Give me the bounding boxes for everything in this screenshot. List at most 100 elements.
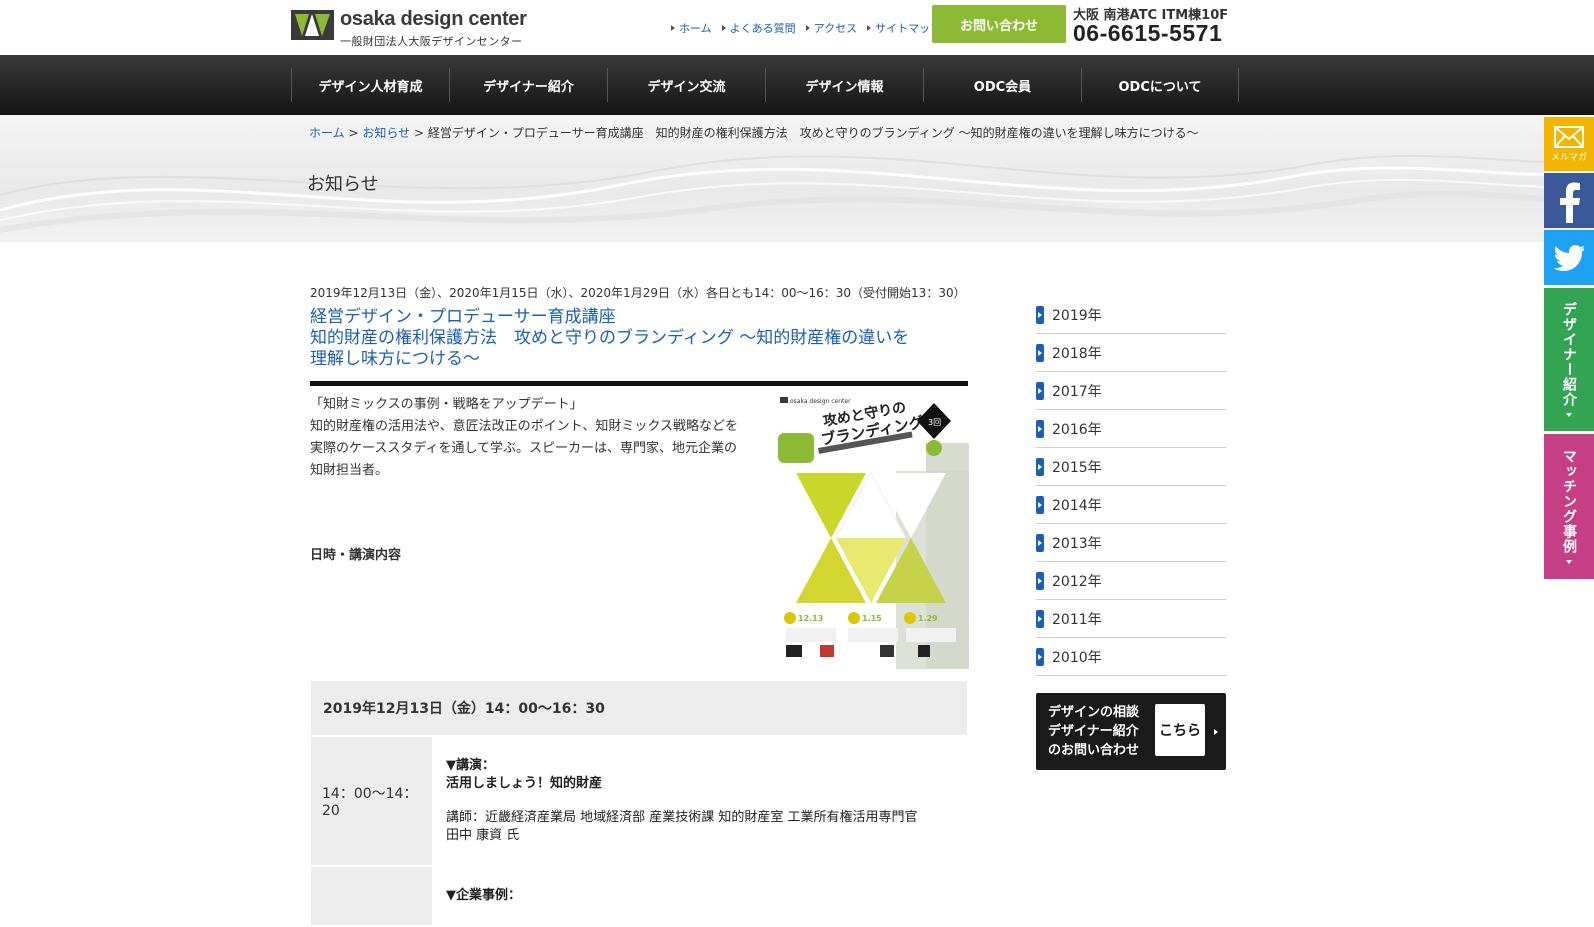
facebook-tab[interactable] — [1544, 173, 1594, 228]
arrow-bullet-icon — [1036, 419, 1044, 438]
year-label: 2018年 — [1052, 345, 1102, 362]
arrow-bullet-icon — [1036, 305, 1044, 324]
year-link-2018[interactable]: 2018年 — [1036, 334, 1226, 372]
nav-item-design-exchange[interactable]: デザイン交流 — [607, 68, 765, 102]
intro-headline: 「知財ミックスの事例・戦略をアップデート」 — [310, 397, 583, 412]
arrow-bullet-icon — [1036, 571, 1044, 590]
year-link-2016[interactable]: 2016年 — [1036, 410, 1226, 448]
matching-cases-label: マッチング事例 — [1561, 449, 1577, 554]
year-link-2017[interactable]: 2017年 — [1036, 372, 1226, 410]
article-title: 経営デザイン・プロデューサー育成講座 知的財産の権利保護方法 攻めと守りのブラン… — [310, 307, 970, 370]
nav-item-design-hr[interactable]: デザイン人材育成 — [291, 68, 449, 102]
util-link-home[interactable]: ホーム — [671, 20, 712, 36]
poster-graphic: osaka design center 攻めと守りの ブランディング 3回 12… — [776, 393, 969, 669]
caret-down-icon — [1566, 413, 1572, 417]
caret-down-icon — [1566, 560, 1572, 564]
article-title-line: 知的財産の権利保護方法 攻めと守りのブランディング 〜知的財産権の違いを — [310, 328, 910, 348]
triangle-right-icon — [805, 25, 810, 31]
arrow-bullet-icon — [1036, 533, 1044, 552]
year-label: 2017年 — [1052, 383, 1102, 400]
util-link-label: ホーム — [679, 22, 712, 35]
year-label: 2014年 — [1052, 497, 1102, 514]
util-link-access[interactable]: アクセス — [805, 20, 858, 36]
nav-item-about-odc[interactable]: ODCについて — [1081, 68, 1239, 102]
intro-body: 知的財産権の活用法や、意匠法改正のポイント、知財ミックス戦略などを実際のケースス… — [310, 419, 738, 478]
consult-text: デザインの相談 デザイナー紹介 のお問い合わせ — [1048, 703, 1139, 760]
schedule-speaker-name: 田中 康資 氏 — [446, 828, 520, 843]
site-logo[interactable]: osaka design center 一般財団法人大阪デザインセンター — [291, 8, 531, 48]
breadcrumb-separator: > — [348, 126, 359, 140]
year-link-2013[interactable]: 2013年 — [1036, 524, 1226, 562]
util-link-sitemap[interactable]: サイトマップ — [867, 20, 941, 36]
schedule-speaker: 講師：近畿経済産業局 地域経済部 産業技術課 知的財産室 工業所有権活用専門官 — [446, 810, 918, 825]
breadcrumb-home[interactable]: ホーム — [309, 126, 345, 140]
consult-banner[interactable]: デザインの相談 デザイナー紹介 のお問い合わせ こちら — [1036, 693, 1226, 770]
consult-button[interactable]: こちら — [1155, 704, 1205, 756]
title-divider — [310, 381, 968, 387]
poster-logo-text: osaka design center — [790, 398, 851, 405]
breadcrumb-news[interactable]: お知らせ — [362, 126, 410, 140]
poster-date: 1.15 — [862, 614, 882, 623]
schedule-description: ▼講演： 活用しましょう！知的財産 講師：近畿経済産業局 地域経済部 産業技術課… — [432, 737, 967, 865]
matching-cases-tab[interactable]: マッチング事例 — [1544, 434, 1594, 579]
arrow-right-icon — [1214, 729, 1218, 735]
event-date: 2019年12月13日（金）、2020年1月15日（水）、2020年1月29日（… — [310, 286, 966, 300]
poster-date: 12.13 — [798, 614, 823, 623]
arrow-bullet-icon — [1036, 381, 1044, 400]
year-label: 2019年 — [1052, 307, 1102, 324]
arrow-bullet-icon — [1036, 647, 1044, 666]
breadcrumb: ホーム > お知らせ > 経営デザイン・プロデューサー育成講座 知的財産の権利保… — [309, 124, 1199, 141]
year-label: 2011年 — [1052, 611, 1102, 628]
poster-badge: 3回 — [928, 418, 941, 427]
nav-item-odc-members[interactable]: ODC会員 — [923, 68, 1081, 102]
arrow-bullet-icon — [1036, 343, 1044, 362]
schedule-session-header: 2019年12月13日（金）14：00〜16：30 — [311, 681, 967, 737]
mail-magazine-tab[interactable]: メルマガ — [1544, 117, 1594, 171]
util-link-faq[interactable]: よくある質問 — [721, 20, 796, 36]
poster-date: 1.29 — [918, 614, 938, 623]
global-nav: デザイン人材育成 デザイナー紹介 デザイン交流 デザイン情報 ODC会員 ODC… — [0, 55, 1594, 115]
site-header: osaka design center 一般財団法人大阪デザインセンター ホーム… — [0, 0, 1594, 55]
nav-item-designer-intro[interactable]: デザイナー紹介 — [449, 68, 607, 102]
schedule-time — [311, 867, 432, 925]
schedule-description: ▼企業事例： — [432, 867, 967, 925]
schedule-title: 活用しましょう！知的財産 — [446, 776, 603, 791]
article-intro: 「知財ミックスの事例・戦略をアップデート」 知的財産権の活用法や、意匠法改正のポ… — [310, 394, 750, 482]
utility-links: ホーム よくある質問 アクセス サイトマップ — [671, 20, 951, 36]
odc-logo-icon — [291, 10, 334, 40]
triangle-right-icon — [721, 25, 726, 31]
logo-subtitle: 一般財団法人大阪デザインセンター — [340, 35, 523, 48]
contact-button[interactable]: お問い合わせ — [932, 5, 1066, 43]
event-poster-image[interactable]: osaka design center 攻めと守りの ブランディング 3回 12… — [776, 393, 969, 669]
year-link-2019[interactable]: 2019年 — [1036, 296, 1226, 334]
year-label: 2015年 — [1052, 459, 1102, 476]
schedule-type: ▼講演： — [446, 758, 495, 773]
breadcrumb-separator: > — [413, 126, 425, 140]
mail-magazine-label: メルマガ — [1550, 152, 1587, 163]
page-title: お知らせ — [307, 174, 379, 195]
schedule-time: 14：00〜14：20 — [311, 737, 432, 865]
util-link-label: アクセス — [813, 22, 858, 35]
arrow-bullet-icon — [1036, 457, 1044, 476]
twitter-tab[interactable] — [1544, 230, 1594, 285]
table-row: ▼企業事例： — [311, 867, 967, 927]
year-link-2010[interactable]: 2010年 — [1036, 638, 1226, 676]
nav-item-design-info[interactable]: デザイン情報 — [765, 68, 923, 102]
year-link-2015[interactable]: 2015年 — [1036, 448, 1226, 486]
envelope-icon — [1554, 125, 1584, 148]
breadcrumb-current: 経営デザイン・プロデューサー育成講座 知的財産の権利保護方法 攻めと守りのブラン… — [427, 126, 1199, 140]
year-archive-list: 2019年 2018年 2017年 2016年 2015年 2014年 2013… — [1036, 296, 1226, 676]
facebook-icon — [1560, 182, 1580, 223]
year-link-2012[interactable]: 2012年 — [1036, 562, 1226, 600]
util-link-label: よくある質問 — [729, 22, 796, 35]
designer-intro-label: デザイナー紹介 — [1561, 302, 1577, 407]
phone-number: 06-6615-5571 — [1073, 20, 1223, 46]
designer-intro-tab[interactable]: デザイナー紹介 — [1544, 288, 1594, 431]
arrow-bullet-icon — [1036, 609, 1044, 628]
schedule-heading: 日時・講演内容 — [310, 548, 402, 563]
year-link-2014[interactable]: 2014年 — [1036, 486, 1226, 524]
twitter-bird-icon — [1554, 244, 1584, 271]
schedule-type: ▼企業事例： — [446, 888, 521, 903]
page-banner: ホーム > お知らせ > 経営デザイン・プロデューサー育成講座 知的財産の権利保… — [0, 115, 1594, 242]
year-link-2011[interactable]: 2011年 — [1036, 600, 1226, 638]
